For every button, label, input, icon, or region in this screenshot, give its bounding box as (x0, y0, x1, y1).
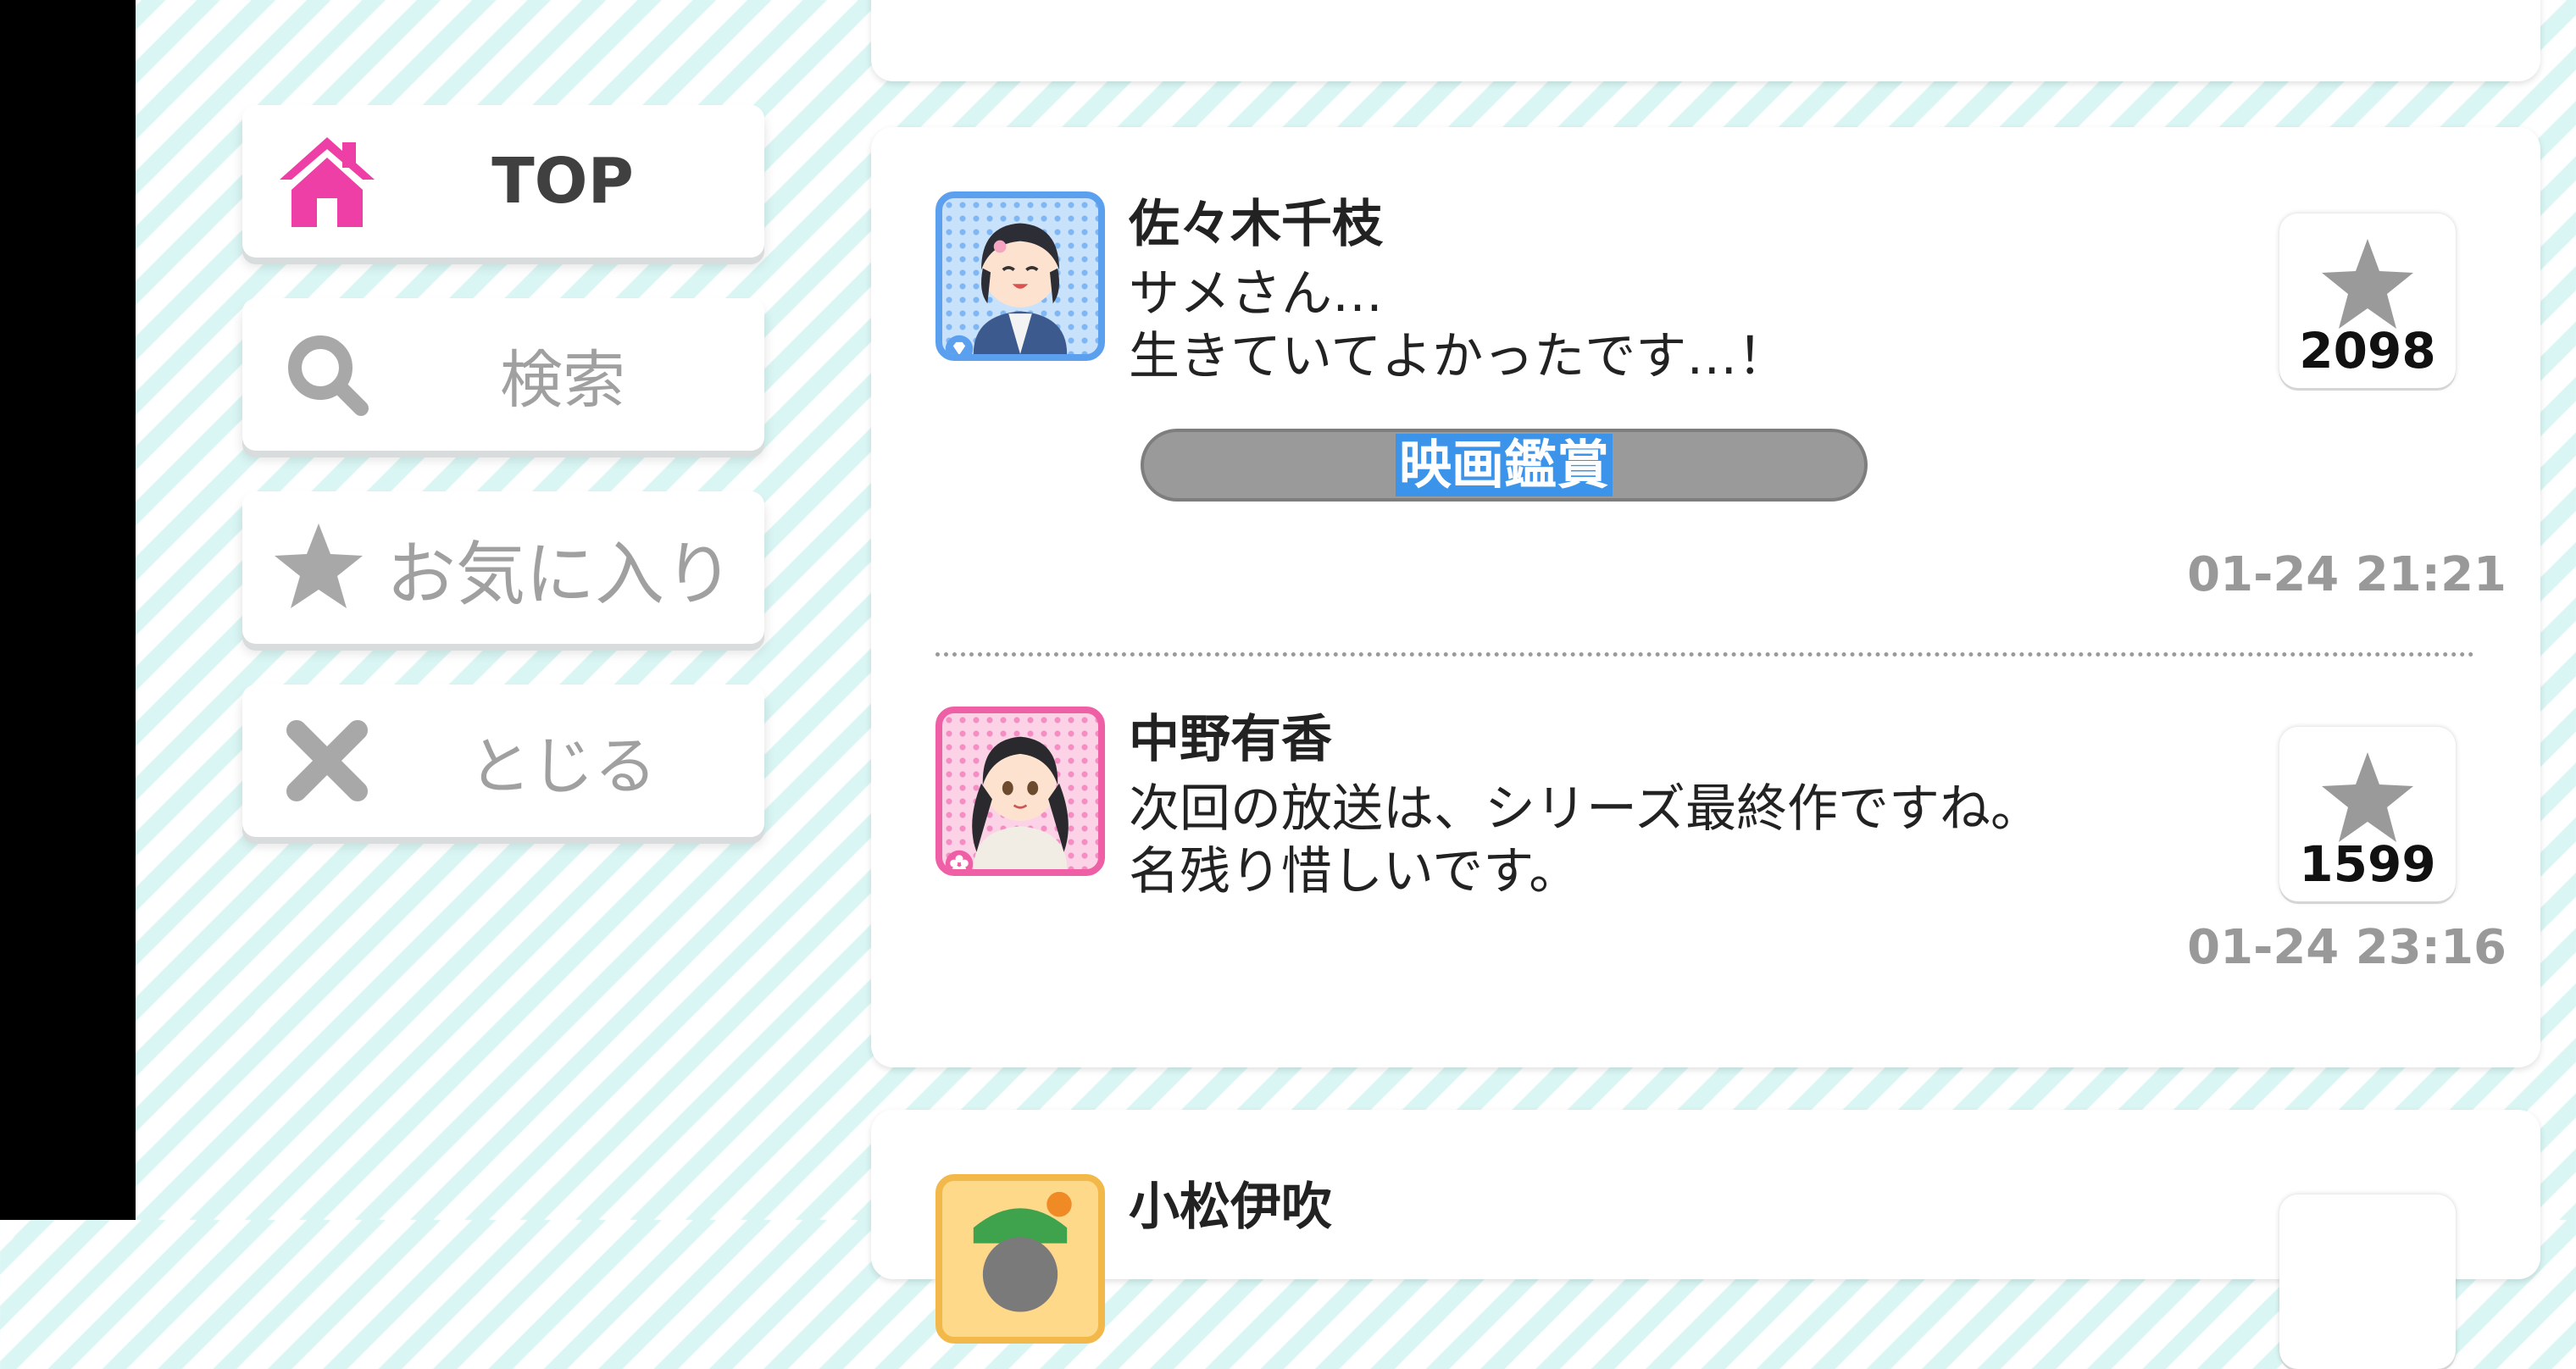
tag-label: 映画鑑賞 (1395, 434, 1613, 496)
post-timestamp: 01-24 23:16 (2187, 920, 2507, 975)
like-button[interactable]: 1599 (2279, 727, 2456, 901)
close-button[interactable]: とじる (242, 684, 764, 837)
left-black-bar (0, 0, 136, 1220)
character-portrait (973, 1191, 1072, 1312)
star-icon (275, 524, 363, 608)
like-count: 1599 (2299, 835, 2436, 893)
search-icon (288, 335, 369, 416)
post-message-line: 生きていてよかったです…！ (1129, 327, 1789, 386)
tag-pill[interactable]: 映画鑑賞 (1141, 429, 1868, 502)
post-card-previous (871, 0, 2540, 81)
post-timestamp: 01-24 21:21 (2187, 547, 2507, 602)
flower-icon (945, 850, 974, 869)
post-message-line: 次回の放送は、シリーズ最終作ですね。 (1129, 779, 2041, 839)
close-icon (286, 720, 368, 801)
avatar[interactable] (935, 1174, 1105, 1344)
like-count: 2098 (2299, 322, 2436, 380)
favorites-button[interactable]: お気に入り (242, 491, 764, 644)
star-icon (2322, 239, 2413, 329)
post-author-name: 中野有香 (1129, 710, 1332, 769)
top-label: TOP (491, 145, 634, 218)
home-icon (280, 137, 375, 227)
avatar[interactable] (935, 707, 1105, 876)
post-message-line: 名残り惜しいです。 (1129, 842, 1580, 901)
star-icon (2322, 752, 2413, 842)
like-button[interactable] (2279, 1194, 2456, 1369)
favorites-label: お気に入り (386, 534, 735, 615)
post-message: 次回の放送は、シリーズ最終作ですね。 名残り惜しいです。 (1129, 778, 2041, 903)
post-author-name: 小松伊吹 (1129, 1178, 1332, 1237)
post-divider (935, 652, 2474, 657)
character-portrait (973, 223, 1068, 354)
post-message: サメさん… 生きていてよかったです…！ (1129, 263, 1788, 388)
search-button[interactable]: 検索 (242, 298, 764, 451)
diamond-icon (945, 335, 974, 354)
post-message-line: サメさん… (1129, 264, 1383, 324)
search-label: 検索 (500, 343, 625, 417)
close-label: とじる (469, 729, 657, 803)
post-author-name: 佐々木千枝 (1129, 195, 1383, 254)
like-button[interactable]: 2098 (2279, 213, 2456, 388)
top-button[interactable]: TOP (242, 105, 764, 258)
avatar[interactable] (935, 191, 1105, 361)
character-portrait (972, 736, 1069, 869)
